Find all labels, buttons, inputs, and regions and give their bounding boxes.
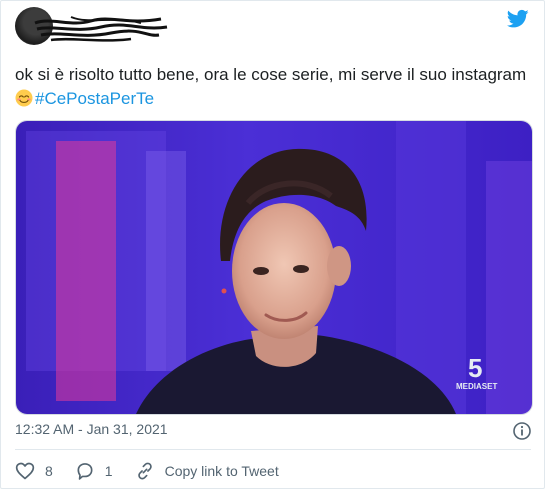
reply-count: 1 bbox=[104, 463, 113, 479]
smiling-face-emoji-icon bbox=[15, 89, 33, 107]
like-count: 8 bbox=[45, 463, 53, 479]
info-icon[interactable] bbox=[512, 421, 532, 441]
hashtag-link[interactable]: #CePostaPerTe bbox=[35, 89, 154, 108]
tweet-card[interactable]: ok si è risolto tutto bene, ora le cose … bbox=[0, 0, 545, 489]
tweet-media-image[interactable]: 5 MEDIASET bbox=[15, 120, 533, 415]
channel-watermark: 5 bbox=[468, 353, 482, 383]
like-button[interactable]: 8 bbox=[15, 461, 53, 481]
reply-button[interactable]: 1 bbox=[75, 461, 113, 481]
copy-link-label: Copy link to Tweet bbox=[164, 463, 279, 479]
link-icon bbox=[137, 462, 152, 480]
tweet-body: ok si è risolto tutto bene, ora le cose … bbox=[15, 65, 527, 84]
channel-brand: MEDIASET bbox=[456, 382, 497, 391]
reply-bubble-icon bbox=[77, 463, 93, 480]
divider bbox=[15, 449, 531, 450]
tweet-timestamp[interactable]: 12:32 AM - Jan 31, 2021 bbox=[15, 421, 168, 437]
redacted-username bbox=[34, 16, 168, 42]
twitter-bird-icon[interactable] bbox=[507, 9, 529, 29]
action-bar: 8 1 Copy link to Tweet bbox=[15, 460, 301, 482]
heart-icon bbox=[15, 462, 35, 480]
tweet-text: ok si è risolto tutto bene, ora le cose … bbox=[15, 63, 527, 111]
copy-link-button[interactable]: Copy link to Tweet bbox=[135, 461, 279, 481]
